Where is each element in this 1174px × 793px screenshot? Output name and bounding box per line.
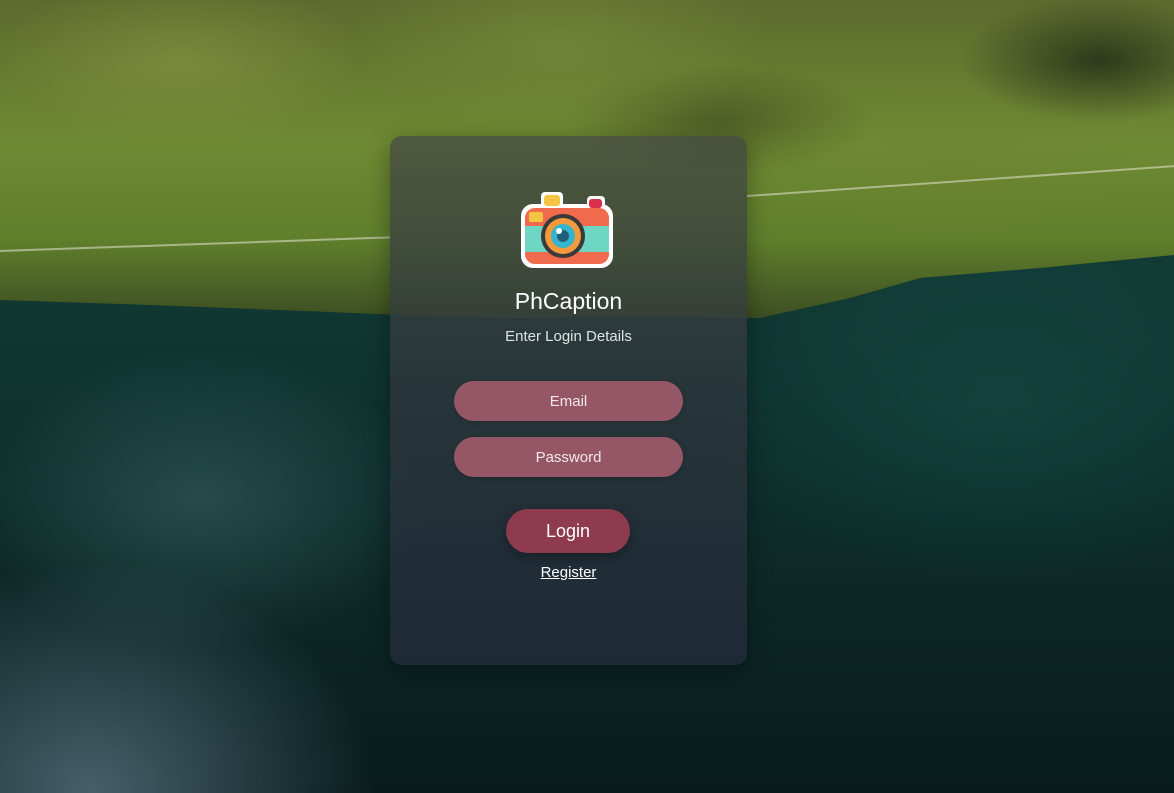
- register-link[interactable]: Register: [390, 564, 747, 581]
- login-subtitle: Enter Login Details: [505, 328, 632, 345]
- login-button[interactable]: Login: [506, 509, 630, 553]
- login-card: PhCaption Enter Login Details Login Regi…: [390, 136, 747, 665]
- email-input[interactable]: [454, 381, 683, 421]
- camera-icon: [521, 192, 613, 268]
- password-input[interactable]: [454, 437, 683, 477]
- app-title: PhCaption: [514, 288, 623, 314]
